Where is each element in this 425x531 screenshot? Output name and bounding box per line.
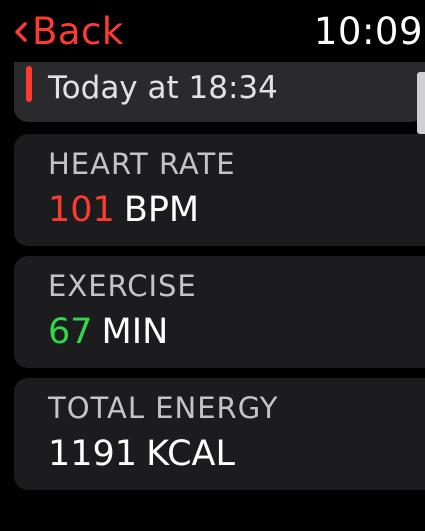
back-button[interactable]: Back: [12, 10, 124, 54]
metric-card-exercise[interactable]: EXERCISE 67 MIN: [14, 256, 425, 368]
date-text: Today at 18:34: [48, 70, 278, 106]
clock: 10:09: [313, 10, 423, 53]
metric-value: 1191: [48, 434, 138, 474]
metric-label: HEART RATE: [48, 147, 236, 181]
metric-value-row: 101 BPM: [48, 188, 199, 232]
metric-value-row: 1191 KCAL: [48, 432, 235, 476]
date-header: Today at 18:34: [14, 62, 425, 122]
status-bar: Back 10:09: [0, 0, 425, 60]
metric-card-heart-rate[interactable]: HEART RATE 101 BPM: [14, 134, 425, 246]
metric-label: TOTAL ENERGY: [48, 391, 279, 425]
metric-card-total-energy[interactable]: TOTAL ENERGY 1191 KCAL: [14, 378, 425, 490]
date-accent-bar: [26, 66, 32, 102]
metric-value-row: 67 MIN: [48, 310, 168, 354]
metric-unit: BPM: [123, 190, 200, 230]
metric-unit: MIN: [101, 312, 169, 352]
metric-label: EXERCISE: [48, 269, 197, 303]
scroll-indicator[interactable]: [417, 72, 425, 134]
metric-unit: KCAL: [146, 434, 235, 474]
chevron-left-icon: [15, 22, 27, 42]
back-label: Back: [32, 10, 124, 53]
metric-value: 101: [48, 190, 115, 230]
metric-value: 67: [48, 312, 93, 352]
